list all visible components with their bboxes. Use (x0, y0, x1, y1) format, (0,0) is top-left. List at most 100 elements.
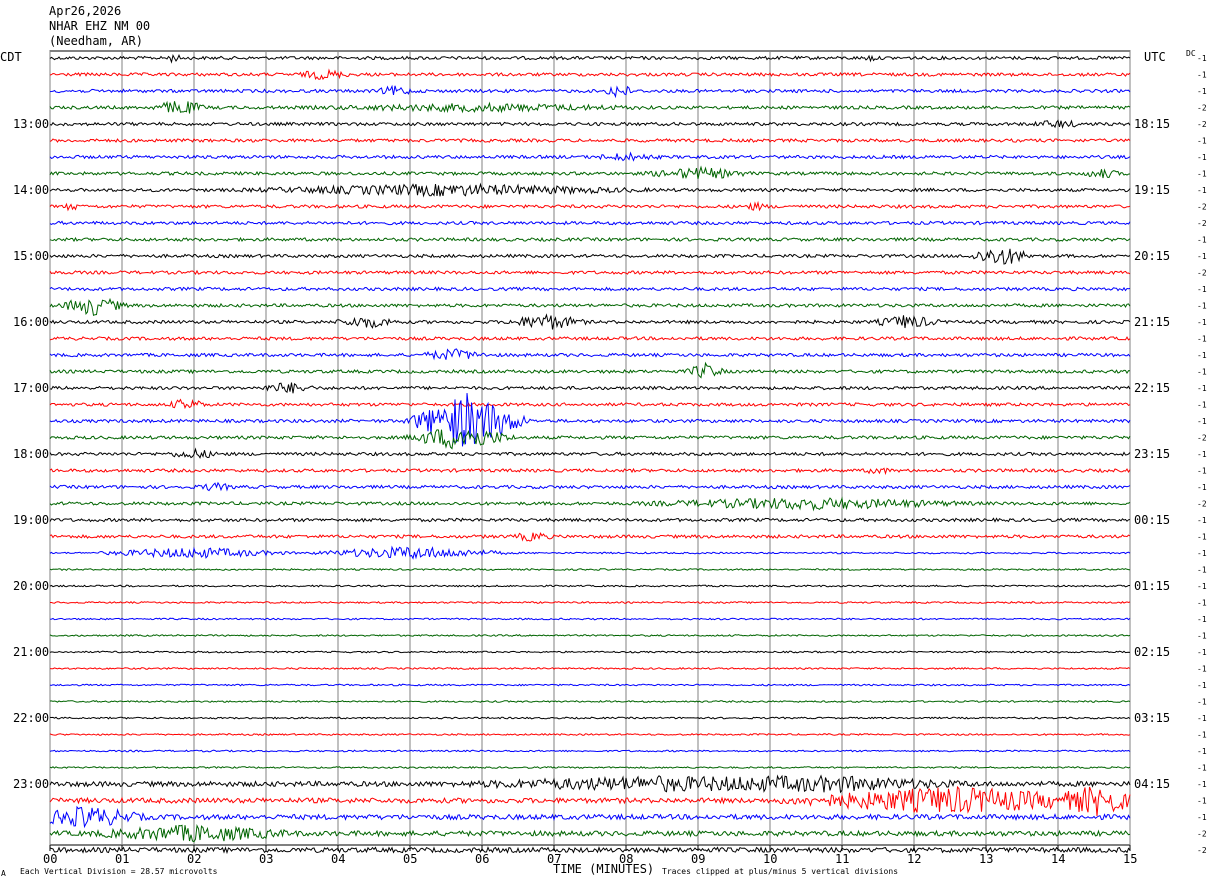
left-hour-label: 23:00 (13, 777, 50, 791)
seismic-trace (49, 236, 1131, 243)
seismic-trace (49, 650, 1131, 654)
left-hour-label: 14:00 (13, 183, 50, 197)
seismic-trace (49, 732, 1131, 736)
seismic-trace (49, 481, 1131, 492)
right-hour-label: 18:15 (1134, 117, 1171, 131)
left-hour-label: 16:00 (13, 315, 50, 329)
seismic-trace (49, 785, 1131, 816)
dc-offset-label: -1 (1197, 170, 1207, 179)
seismic-trace (49, 517, 1131, 523)
x-tick-label: 00 (43, 852, 58, 866)
seismic-trace (49, 824, 1131, 843)
right-hour-label: 20:15 (1134, 249, 1171, 263)
right-hour-label: 21:15 (1134, 315, 1171, 329)
seismic-trace (49, 749, 1131, 753)
dc-offset-label: -1 (1197, 780, 1207, 789)
left-hour-label: 17:00 (13, 381, 50, 395)
x-tick-label: 12 (907, 852, 922, 866)
dc-offset-label: -1 (1197, 384, 1207, 393)
dc-offset-label: -1 (1197, 285, 1207, 294)
seismic-trace (49, 84, 1131, 99)
right-hour-label: 23:15 (1134, 447, 1171, 461)
dc-offset-label: -2 (1197, 500, 1207, 509)
left-hour-label: 22:00 (13, 711, 50, 725)
seismic-trace (49, 361, 1131, 379)
dc-offset-label: -1 (1197, 483, 1207, 492)
x-tick-label: 03 (259, 852, 274, 866)
dc-offset-label: -1 (1197, 302, 1207, 311)
right-hour-label: 03:15 (1134, 711, 1171, 725)
dc-offset-label: -1 (1197, 401, 1207, 410)
dc-offset-label: -1 (1197, 335, 1207, 344)
dc-offset-label: -1 (1197, 797, 1207, 806)
seismic-trace (49, 634, 1131, 637)
x-tick-label: 01 (115, 852, 130, 866)
dc-offset-label: -1 (1197, 764, 1207, 773)
seismic-trace (49, 182, 1131, 198)
seismic-trace (49, 447, 1131, 459)
seismic-trace (49, 584, 1130, 588)
seismic-trace (49, 137, 1131, 144)
dc-offset-label: -2 (1197, 120, 1207, 129)
left-hour-label: 19:00 (13, 513, 50, 527)
x-tick-label: 15 (1123, 852, 1138, 866)
seismogram-plot: -1 -1 -1 -2 -2 -1 -1 -1 -1 -2 -2 -1 -1 -2 -1 -1 -1 -1 -1 -1… (49, 50, 1207, 855)
seismic-trace (49, 766, 1131, 770)
seismic-trace (49, 382, 1131, 394)
left-hour-label: 20:00 (13, 579, 50, 593)
dc-offset-label: -1 (1197, 632, 1207, 641)
dc-offset-label: -1 (1197, 648, 1207, 657)
dc-offset-label: -2 (1197, 203, 1207, 212)
dc-offset-label: -2 (1197, 434, 1207, 443)
left-hour-label: 18:00 (13, 447, 50, 461)
dc-offset-label: -2 (1197, 219, 1207, 228)
dc-offset-label: -2 (1197, 846, 1207, 855)
seismic-trace (49, 617, 1131, 621)
left-hour-label: 21:00 (13, 645, 50, 659)
seismic-trace (49, 200, 1131, 212)
seismic-trace (49, 716, 1131, 720)
seismic-trace (49, 667, 1131, 670)
dc-offset-label: -1 (1197, 186, 1207, 195)
clip-text: Traces clipped at plus/minus 5 vertical … (662, 867, 899, 876)
dc-offset-label: -1 (1197, 615, 1207, 624)
right-hour-label: 04:15 (1134, 777, 1171, 791)
dc-offset-label: -1 (1197, 450, 1207, 459)
dc-offset-label: -1 (1197, 467, 1207, 476)
dc-offset-label: -1 (1197, 681, 1207, 690)
seismic-trace (49, 567, 1131, 572)
seismic-trace (50, 600, 1131, 605)
seismic-trace (49, 53, 1131, 64)
seismic-trace (49, 429, 1131, 450)
dc-offset-label: -1 (1197, 368, 1207, 377)
seismic-trace (49, 467, 1131, 476)
dc-offset-label: -1 (1197, 71, 1207, 80)
seismic-trace (49, 68, 1131, 80)
seismic-trace (49, 774, 1131, 794)
dc-offset-label: -1 (1197, 516, 1207, 525)
dc-offset-label: -1 (1197, 137, 1207, 146)
dc-offset-label: -1 (1197, 153, 1207, 162)
seismic-trace (49, 532, 1131, 542)
seismic-trace (49, 119, 1131, 130)
dc-offset-label: -1 (1197, 533, 1207, 542)
dc-offset-label: -1 (1197, 747, 1207, 756)
dc-offset-label: -1 (1197, 318, 1207, 327)
x-tick-label: 04 (331, 852, 346, 866)
dc-offset-label: -2 (1197, 830, 1207, 839)
seismic-trace (49, 398, 1131, 410)
dc-offset-label: -1 (1197, 566, 1207, 575)
seismic-trace (49, 545, 1131, 560)
seismic-trace (49, 348, 1131, 361)
dc-offset-label: -1 (1197, 665, 1207, 674)
right-hour-label: 01:15 (1134, 579, 1171, 593)
x-tick-label: 02 (187, 852, 202, 866)
dc-offset-label: -1 (1197, 582, 1207, 591)
seismic-trace (49, 297, 1131, 316)
plot-frame (49, 50, 1131, 846)
seismic-trace (49, 220, 1131, 226)
x-tick-label: 05 (403, 852, 418, 866)
x-axis-title: TIME (MINUTES) (553, 862, 655, 876)
seismic-trace (49, 248, 1131, 265)
right-hour-label: 19:15 (1134, 183, 1171, 197)
